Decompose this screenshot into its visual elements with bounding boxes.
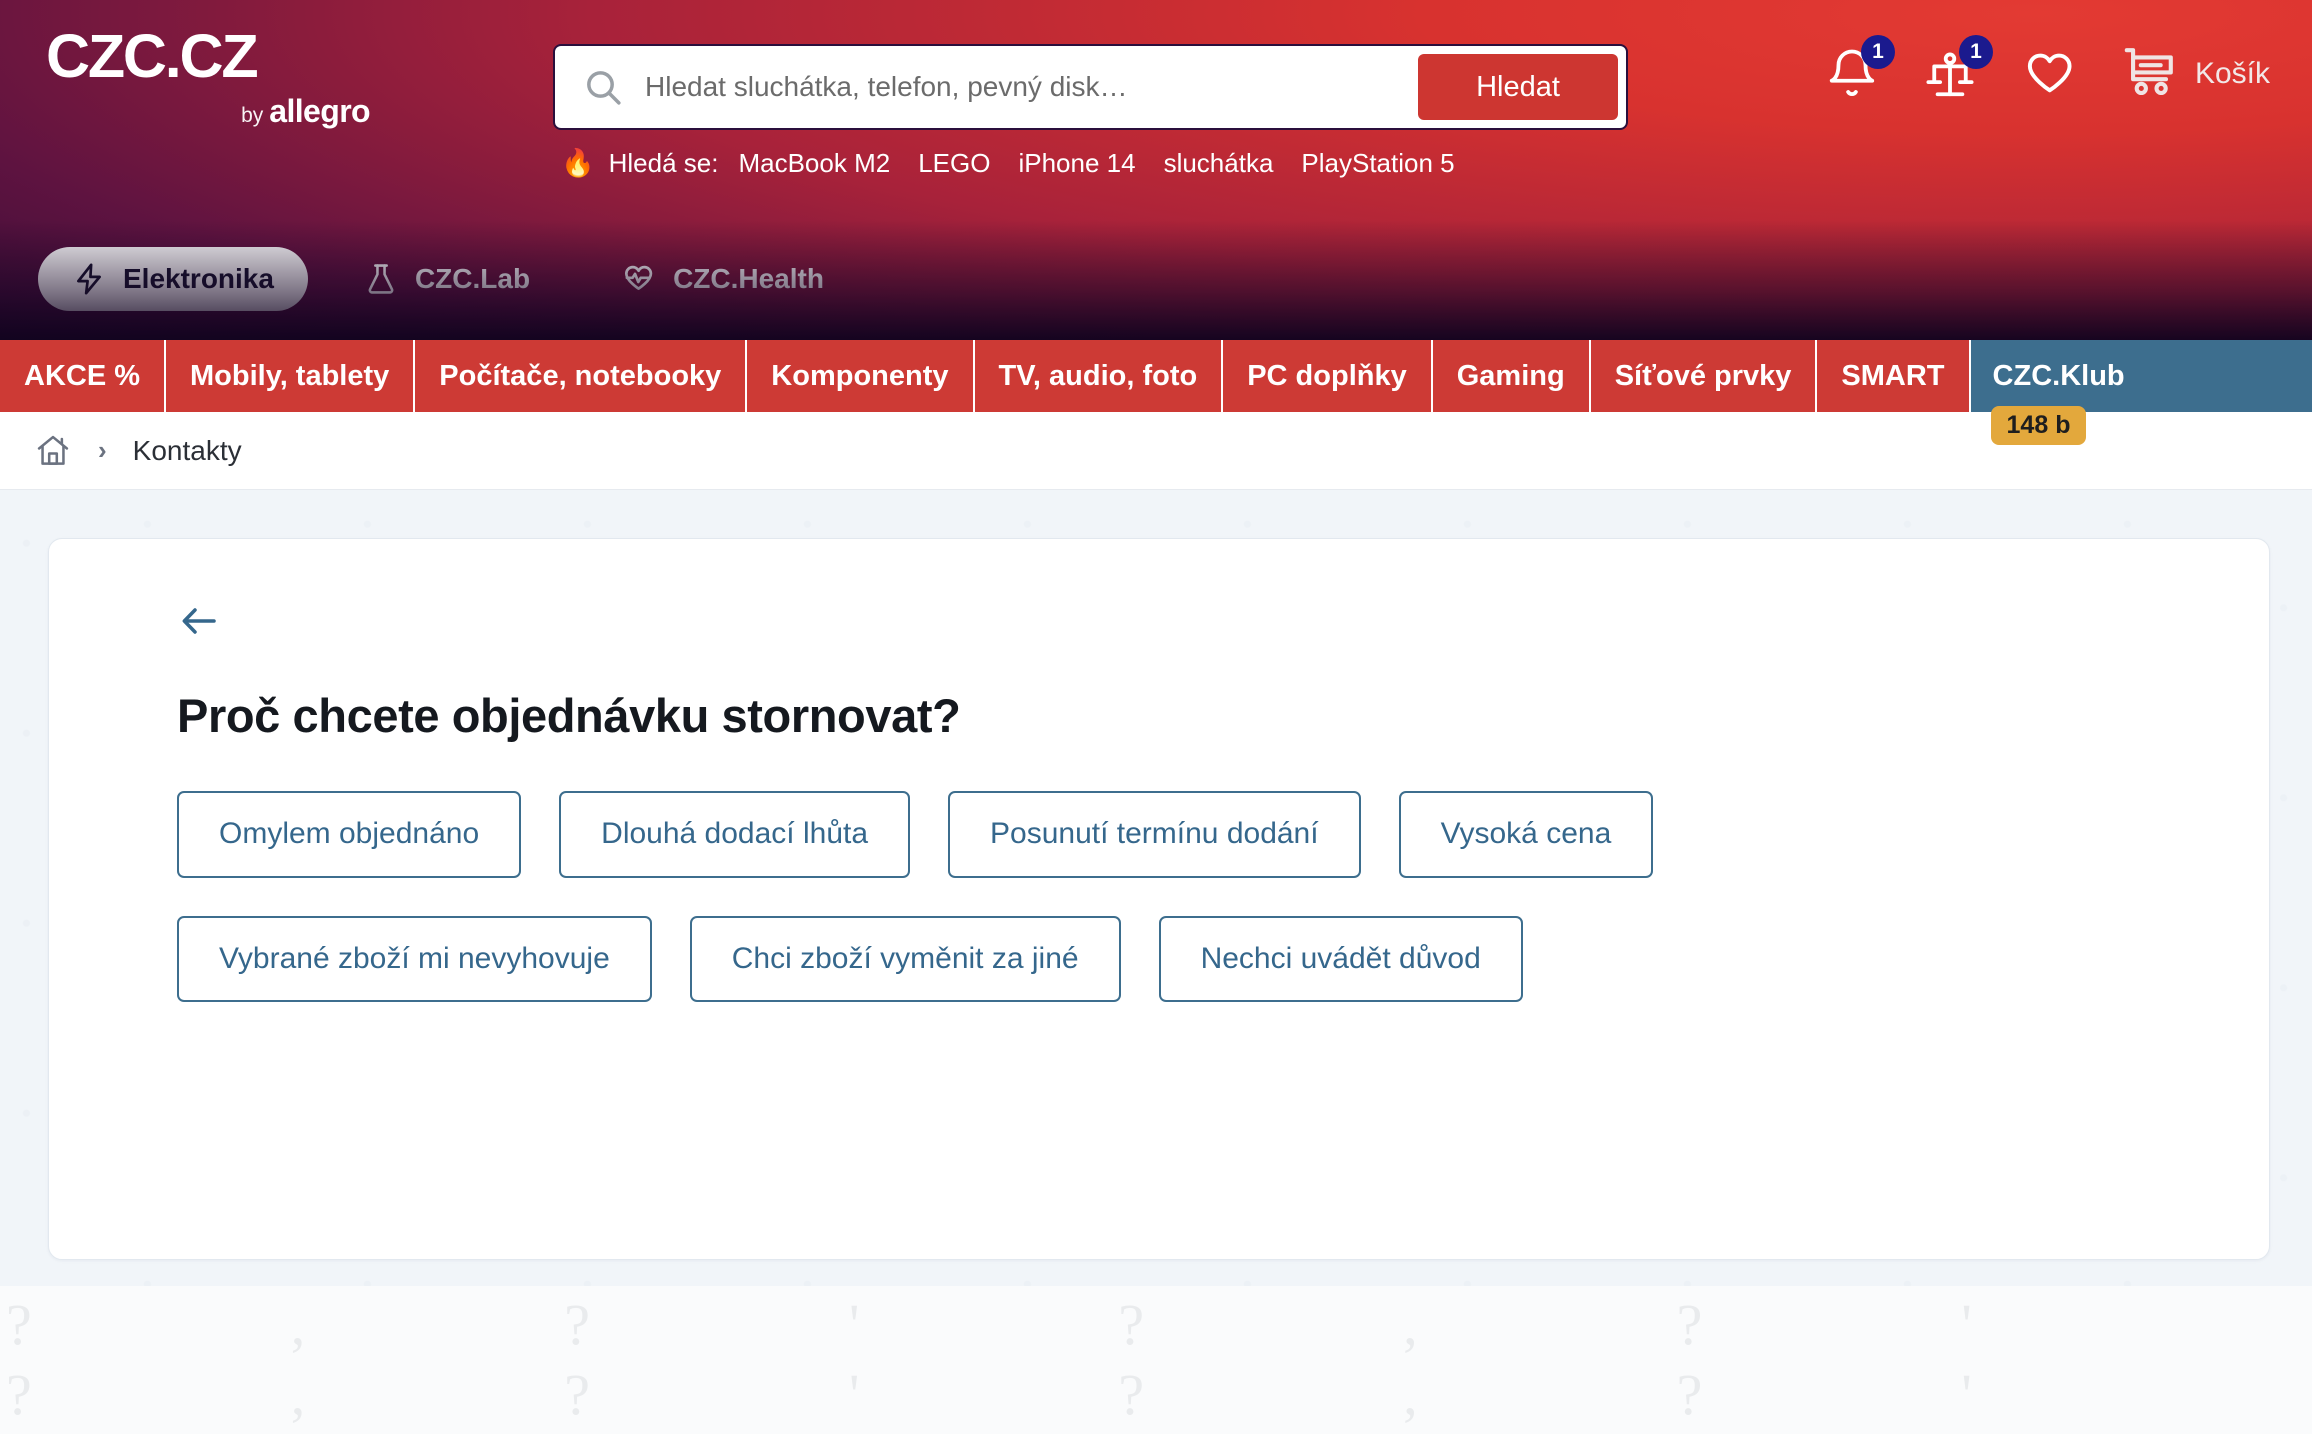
- section-tabs: Elektronika CZC.Lab CZC.Health: [38, 247, 880, 311]
- footer-decorative-pattern: ? , ? ' ? , ? ' ? , ? ' ? , ? ' ? , ? ' …: [0, 1286, 2312, 1434]
- cancel-reason-card: Proč chcete objednávku stornovat? Omylem…: [48, 538, 2270, 1260]
- nav-item-sitove-prvky[interactable]: Síťové prvky: [1591, 340, 1818, 412]
- cart-button[interactable]: Košík: [2121, 42, 2270, 105]
- tab-elektronika-label: Elektronika: [123, 263, 274, 294]
- reason-option-vysoka-cena[interactable]: Vysoká cena: [1398, 791, 1654, 878]
- search-submit-button[interactable]: Hledat: [1418, 54, 1618, 120]
- trending-label: Hledá se:: [608, 147, 719, 178]
- flask-icon: [364, 262, 398, 296]
- trending-item-4[interactable]: PlayStation 5: [1301, 148, 1454, 179]
- tab-elektronika[interactable]: Elektronika: [38, 247, 308, 311]
- nav-item-pocitace-notebooky[interactable]: Počítače, notebooky: [415, 340, 748, 412]
- header-action-icons: 1 1 Košík: [1825, 34, 2270, 105]
- page-title: Proč chcete objednávku stornovat?: [177, 689, 961, 742]
- search-area: Hledat 🔥 Hledá se: MacBook M2 LEGO iPhon…: [553, 44, 1628, 179]
- trending-item-1[interactable]: LEGO: [918, 148, 990, 179]
- page-body: Proč chcete objednávku stornovat? Omylem…: [0, 490, 2312, 1286]
- nav-item-akce[interactable]: AKCE %: [0, 340, 167, 412]
- nav-item-gaming[interactable]: Gaming: [1433, 340, 1591, 412]
- site-header: CZC.CZ byallegro Hledat 🔥 Hledá se: MacB…: [0, 0, 2312, 340]
- breadcrumb-separator: ›: [98, 435, 107, 465]
- reason-option-chci-zbozi-vymenit-za-jine[interactable]: Chci zboží vyměnit za jiné: [689, 915, 1121, 1002]
- compare-badge: 1: [1958, 34, 1993, 69]
- notifications-button[interactable]: 1: [1825, 34, 1895, 101]
- tab-czc-lab-label: CZC.Lab: [414, 263, 531, 294]
- tab-czc-health[interactable]: CZC.Health: [586, 247, 858, 311]
- cart-label: Košík: [2194, 56, 2270, 90]
- breadcrumb-current[interactable]: Kontakty: [133, 435, 242, 467]
- nav-item-mobily-tablety[interactable]: Mobily, tablety: [166, 340, 416, 412]
- category-navigation: AKCE % Mobily, tablety Počítače, noteboo…: [0, 340, 2312, 445]
- reason-option-vybrane-zbozi-mi-nevyhovuje[interactable]: Vybrané zboží mi nevyhovuje: [177, 915, 652, 1002]
- czc-klub-label: CZC.Klub: [1992, 359, 2125, 392]
- nav-item-smart[interactable]: SMART: [1817, 340, 1971, 412]
- heart-pulse-icon: [620, 261, 656, 297]
- trending-item-0[interactable]: MacBook M2: [738, 148, 890, 179]
- fire-icon: 🔥: [561, 148, 595, 178]
- reason-option-posunuti-terminu-dodani[interactable]: Posunutí termínu dodání: [948, 791, 1361, 878]
- nav-item-tv-audio-foto[interactable]: TV, audio, foto: [975, 340, 1224, 412]
- search-input[interactable]: [623, 71, 1418, 103]
- reason-option-omylem-objednano[interactable]: Omylem objednáno: [177, 791, 522, 878]
- logo-allegro-text: allegro: [269, 93, 370, 129]
- site-logo[interactable]: CZC.CZ by allegro: [46, 22, 376, 128]
- trending-searches: 🔥 Hledá se: MacBook M2 LEGO iPhone 14 sl…: [553, 147, 1628, 179]
- search-box[interactable]: Hledat: [553, 44, 1628, 130]
- home-icon[interactable]: [34, 432, 72, 470]
- footer-pattern-glyphs: ? , ? ' ? , ? ' ? , ? ' ? , ? ' ? , ? ' …: [6, 1292, 2030, 1434]
- tab-czc-health-label: CZC.Health: [673, 263, 824, 294]
- back-button[interactable]: [177, 601, 221, 641]
- breadcrumb: › Kontakty: [0, 412, 2312, 490]
- logo-subtitle: by allegro: [46, 95, 376, 127]
- cart-icon: [2121, 42, 2179, 105]
- logo-by-text: by: [241, 104, 264, 127]
- search-icon: [583, 67, 623, 107]
- compare-button[interactable]: 1: [1923, 34, 1993, 101]
- cancel-reason-options: Omylem objednáno Dlouhá dodací lhůta Pos…: [177, 791, 1997, 1002]
- logo-primary-text: CZC.CZ: [46, 22, 259, 90]
- reason-option-nechci-uvadet-duvod[interactable]: Nechci uvádět důvod: [1158, 915, 1523, 1002]
- nav-item-czc-klub[interactable]: CZC.Klub 148 b: [1970, 340, 2312, 445]
- tab-czc-lab[interactable]: CZC.Lab: [330, 247, 564, 311]
- czc-klub-points-badge: 148 b: [1990, 406, 2087, 445]
- notifications-badge: 1: [1860, 34, 1895, 69]
- lightning-bolt-icon: [72, 262, 106, 296]
- nav-item-komponenty[interactable]: Komponenty: [747, 340, 975, 412]
- reason-option-dlouha-dodaci-lhuta[interactable]: Dlouhá dodací lhůta: [559, 791, 911, 878]
- trending-item-3[interactable]: sluchátka: [1164, 148, 1274, 179]
- trending-item-2[interactable]: iPhone 14: [1018, 148, 1135, 179]
- nav-item-pc-doplnky[interactable]: PC doplňky: [1223, 340, 1433, 412]
- favorites-button[interactable]: [2021, 46, 2077, 102]
